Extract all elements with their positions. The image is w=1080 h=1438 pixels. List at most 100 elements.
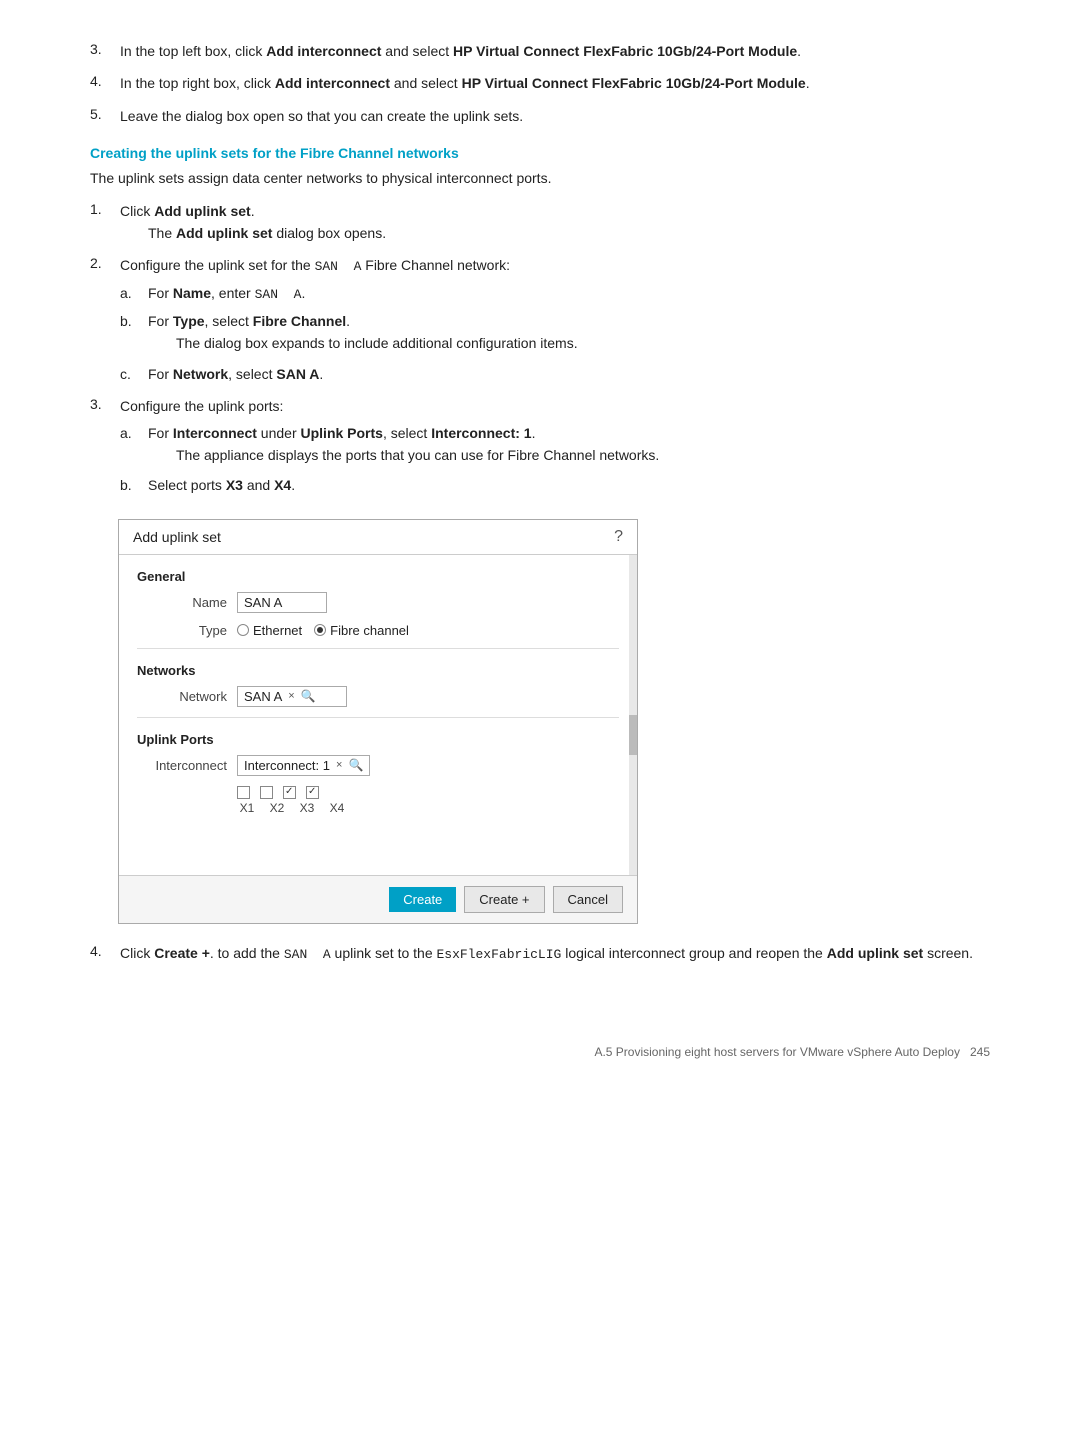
radio-fibre[interactable]: Fibre channel [314,623,409,638]
type-label: Type [173,313,205,329]
section-heading: Creating the uplink sets for the Fibre C… [90,145,990,161]
uplink-ports-section-label: Uplink Ports [137,732,619,747]
network-clear-btn[interactable]: × [288,690,294,702]
network-field-label: Network [137,689,227,704]
radio-ethernet-circle[interactable] [237,624,249,636]
network-value: SAN A [244,689,282,704]
networks-section-label: Networks [137,663,619,678]
interconnect-value: Interconnect: 1 [244,758,330,773]
checkbox-x3[interactable] [283,786,296,799]
add-interconnect-label-3: Add interconnect [266,43,381,59]
x4-label: X4 [274,477,291,493]
create-plus-button[interactable]: Create + [464,886,544,913]
interconnect-field-label: Interconnect [137,758,227,773]
dialog-titlebar: Add uplink set ? [119,520,637,555]
sub-step-num-1: 1. [90,200,120,249]
step-content-4: In the top right box, click Add intercon… [120,72,990,94]
sub-content-2a: For Name, enter SAN A. [148,282,990,306]
sub-step-content-1: Click Add uplink set. The Add uplink set… [120,200,990,249]
scrollbar-track[interactable] [629,555,637,875]
label-x1: X1 [237,801,257,815]
interconnect-input[interactable]: Interconnect: 1 × 🔍 [237,755,370,776]
module-name-4: HP Virtual Connect FlexFabric 10Gb/24-Po… [462,75,806,91]
divider-2 [137,717,619,718]
sub-step-content-3: Configure the uplink ports: a. For Inter… [120,395,990,501]
checkbox-row [237,786,619,799]
letter-b2: b. [120,474,148,496]
cancel-button[interactable]: Cancel [553,886,623,913]
network-input[interactable]: SAN A × 🔍 [237,686,347,707]
step-content-5: Leave the dialog box open so that you ca… [120,105,990,127]
dialog-spacer [137,815,619,875]
uplink-ports-label: Uplink Ports [301,425,383,441]
radio-fibre-circle[interactable] [314,624,326,636]
sub-content-3b: Select ports X3 and X4. [148,474,990,496]
general-section-label: General [137,569,619,584]
cb-x4 [306,786,319,799]
final-step-num: 4. [90,942,120,966]
step-content-3: In the top left box, click Add interconn… [120,40,990,62]
name-field-row: Name SAN A [137,592,619,613]
create-button[interactable]: Create [389,887,456,912]
create-plus-ref: Create + [154,945,210,961]
cb-x3 [283,786,296,799]
x3-label: X3 [226,477,243,493]
radio-ethernet[interactable]: Ethernet [237,623,302,638]
interconnect-search-icon[interactable]: 🔍 [348,758,363,772]
sub-list-item-3b: b. Select ports X3 and X4. [120,474,990,496]
letter-b: b. [120,310,148,359]
interconnect-label: Interconnect [173,425,257,441]
sub-step-content-2: Configure the uplink set for the SAN A F… [120,254,990,389]
list-item-3: 3. In the top left box, click Add interc… [90,40,990,62]
sub-step-num-3: 3. [90,395,120,501]
letter-a: a. [120,282,148,306]
add-interconnect-label-4: Add interconnect [275,75,390,91]
radio-ethernet-label: Ethernet [253,623,302,638]
step-num-5: 5. [90,105,120,127]
step-num-4: 4. [90,72,120,94]
help-icon[interactable]: ? [614,528,623,546]
checkbox-label-row: X1 X2 X3 X4 [237,801,619,815]
dialog-wrapper: Add uplink set ? General Name SAN A Type [118,519,990,924]
dialog-scrollable[interactable]: General Name SAN A Type Ethernet [119,555,637,875]
step3a-note: The appliance displays the ports that yo… [176,444,990,466]
letter-a2: a. [120,422,148,471]
step2b-note: The dialog box expands to include additi… [176,332,990,354]
checkbox-x2[interactable] [260,786,273,799]
footer-page: 245 [970,1045,990,1059]
interconnect-clear-btn[interactable]: × [336,759,342,771]
module-name-3: HP Virtual Connect FlexFabric 10Gb/24-Po… [453,43,797,59]
sub-content-2b: For Type, select Fibre Channel. The dial… [148,310,990,359]
scrollbar-thumb[interactable] [629,715,637,755]
network-label: Network [173,366,228,382]
network-search-icon[interactable]: 🔍 [301,689,316,703]
letter-c: c. [120,363,148,385]
page-content: 3. In the top left box, click Add interc… [90,40,990,1059]
sub-step-num-2: 2. [90,254,120,389]
esxflexfabriclig-ref: EsxFlexFabricLIG [437,947,562,962]
network-field-row: Network SAN A × 🔍 [137,686,619,707]
name-field-label: Name [137,595,227,610]
sub-list-item-2a: a. For Name, enter SAN A. [120,282,990,306]
sub-list-item-2c: c. For Network, select SAN A. [120,363,990,385]
list-item-4: 4. In the top right box, click Add inter… [90,72,990,94]
label-x2: X2 [267,801,287,815]
san-a-network: SAN A [276,366,319,382]
checkbox-x1[interactable] [237,786,250,799]
dialog-title: Add uplink set [133,529,221,545]
page-footer: A.5 Provisioning eight host servers for … [90,1025,990,1059]
radio-fibre-label: Fibre channel [330,623,409,638]
sub-list-item-2: 2. Configure the uplink set for the SAN … [90,254,990,389]
interconnect-1-label: Interconnect: 1 [431,425,531,441]
name-input[interactable]: SAN A [237,592,327,613]
sub-list-item-1: 1. Click Add uplink set. The Add uplink … [90,200,990,249]
san-a-value: SAN A [255,287,302,302]
checkbox-x4[interactable] [306,786,319,799]
dialog-box: Add uplink set ? General Name SAN A Type [118,519,638,924]
add-uplink-set-ref: Add uplink set [827,945,923,961]
step-num-3: 3. [90,40,120,62]
footer-text: A.5 Provisioning eight host servers for … [594,1045,960,1059]
sub-list-item-2b: b. For Type, select Fibre Channel. The d… [120,310,990,359]
dialog-footer: Create Create + Cancel [119,875,637,923]
add-uplink-set-label: Add uplink set [154,203,250,219]
